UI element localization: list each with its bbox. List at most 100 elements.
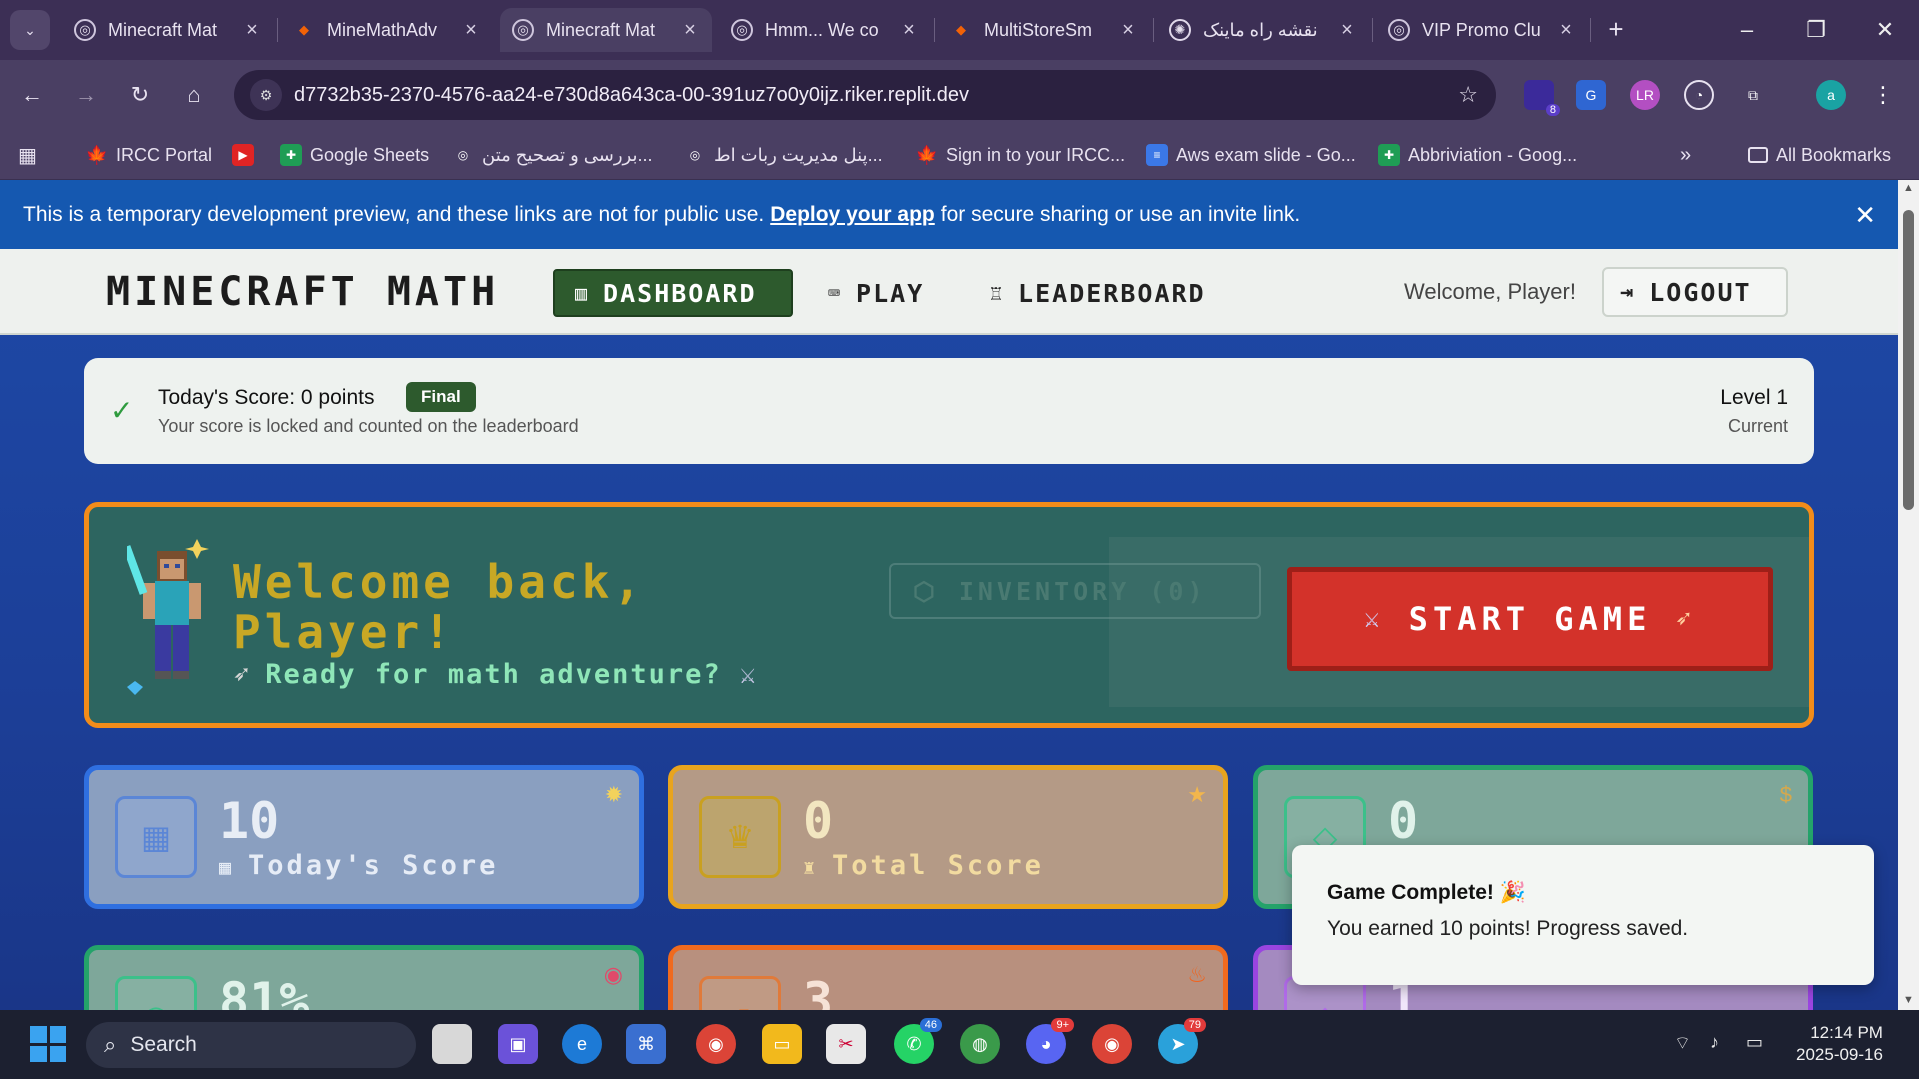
bookmark-star-icon[interactable]: ☆ xyxy=(1458,82,1478,108)
home-icon[interactable]: ⌂ xyxy=(174,75,214,115)
system-clock[interactable]: 12:14 PM 2025-09-16 xyxy=(1796,1022,1883,1066)
nav-leaderboard[interactable]: ♖ LEADERBOARD xyxy=(970,269,1226,317)
scrollbar-thumb[interactable] xyxy=(1903,210,1914,510)
logout-button[interactable]: ⇥ LOGOUT xyxy=(1602,267,1788,317)
tab-title: MineMathAdv xyxy=(327,19,438,40)
windows-start-icon[interactable] xyxy=(30,1026,66,1062)
start-game-button[interactable]: ⚔ START GAME ➶ xyxy=(1287,567,1773,671)
volume-icon[interactable]: ♪ xyxy=(1710,1032,1719,1053)
browser-menu-icon[interactable]: ⋮ xyxy=(1868,80,1898,110)
wifi-icon[interactable]: ⌔ xyxy=(1674,1032,1691,1055)
remote-desktop-icon[interactable]: ⌘ xyxy=(626,1024,666,1064)
calendar-small-icon: ▦ xyxy=(219,855,235,879)
tab-5[interactable]: ◆ MultiStoreSm × xyxy=(938,8,1150,52)
bookmark-persian-1[interactable]: ◎ بررسی و تصحیح متن... xyxy=(452,142,653,168)
inventory-button[interactable]: ⬡ INVENTORY (0) xyxy=(889,563,1261,619)
extension-lr-icon[interactable]: LR xyxy=(1630,80,1660,110)
page-scrollbar[interactable]: ▲ ▼ xyxy=(1898,180,1919,1010)
tab-search-chevron-icon[interactable]: ⌄ xyxy=(10,10,50,50)
new-tab-plus-icon[interactable]: + xyxy=(1598,12,1634,48)
whatsapp-icon[interactable]: ✆ 46 xyxy=(894,1018,942,1064)
site-info-icon[interactable]: ⚙ xyxy=(250,79,282,111)
close-icon[interactable]: × xyxy=(1337,19,1357,42)
more-bookmarks-chevron-icon[interactable]: » xyxy=(1680,142,1691,168)
deploy-app-link[interactable]: Deploy your app xyxy=(770,203,935,227)
copilot-app-icon[interactable]: ▣ xyxy=(498,1024,538,1064)
logout-icon: ⇥ xyxy=(1620,279,1636,305)
taskbar-search[interactable]: ⌕ Search xyxy=(86,1022,416,1068)
tab-2[interactable]: ◆ MineMathAdv × xyxy=(281,8,493,52)
folder-icon xyxy=(1748,147,1768,163)
fire-icon: ♨ xyxy=(1187,962,1207,987)
bookmark-aws-slide[interactable]: ≡ Aws exam slide - Go... xyxy=(1146,142,1356,168)
task-view-icon[interactable] xyxy=(432,1024,472,1064)
nav-dashboard[interactable]: ▥ DASHBOARD xyxy=(553,269,793,317)
close-icon[interactable]: × xyxy=(1118,19,1138,42)
all-bookmarks-label: All Bookmarks xyxy=(1776,144,1892,165)
telegram-icon[interactable]: ➤ 79 xyxy=(1158,1018,1206,1064)
file-explorer-icon[interactable]: ▭ xyxy=(762,1024,802,1064)
sheets-icon: ✚ xyxy=(280,144,302,166)
tab-title: نقشه راه ماینک xyxy=(1203,19,1318,40)
restore-icon[interactable]: ❐ xyxy=(1791,12,1841,48)
minimize-icon[interactable]: – xyxy=(1722,12,1772,48)
banner-close-icon[interactable]: ✕ xyxy=(1854,200,1876,231)
close-icon[interactable]: × xyxy=(680,19,700,42)
close-icon[interactable]: × xyxy=(1556,19,1576,42)
today-score-title: Today's Score: 0 points xyxy=(158,386,375,409)
trophy-icon: ♛ xyxy=(699,796,781,878)
bookmark-ircc-signin[interactable]: 🍁 Sign in to your IRCC... xyxy=(916,142,1125,168)
reload-icon[interactable]: ↻ xyxy=(120,75,160,115)
tab-1[interactable]: ◎ Minecraft Mat × xyxy=(62,8,274,52)
close-icon[interactable]: × xyxy=(461,19,481,42)
address-bar[interactable]: ⚙ d7732b35-2370-4576-aa24-e730d8a643ca-0… xyxy=(234,70,1496,120)
tab-4[interactable]: ◎ Hmm... We co × xyxy=(719,8,931,52)
back-arrow-icon[interactable]: ← xyxy=(12,75,52,115)
extension-purple-icon[interactable]: 8 xyxy=(1524,80,1560,116)
apps-grid-icon[interactable]: ▦ xyxy=(18,142,37,168)
chrome-active-icon[interactable]: ◉ xyxy=(1092,1024,1132,1064)
close-icon[interactable]: × xyxy=(242,19,262,42)
game-complete-toast[interactable]: Game Complete! 🎉 You earned 10 points! P… xyxy=(1292,845,1874,985)
tab-title: VIP Promo Clu xyxy=(1422,19,1541,40)
telegram-badge: 79 xyxy=(1183,1018,1206,1032)
tab-7[interactable]: ◎ VIP Promo Clu × xyxy=(1376,8,1588,52)
welcome-line-1: Welcome back, xyxy=(233,555,646,609)
globe-icon: ◎ xyxy=(74,19,96,41)
tab-3-active[interactable]: ◎ Minecraft Mat × xyxy=(500,8,712,52)
translate-icon[interactable]: G xyxy=(1576,80,1606,110)
youtube-icon: ▶ xyxy=(232,144,254,166)
snipping-tool-icon[interactable]: ✂ xyxy=(826,1024,866,1064)
extension-gauge-icon[interactable]: ◔ xyxy=(1684,80,1714,110)
calendar-icon: ▦ xyxy=(115,796,197,878)
discord-badge: 9+ xyxy=(1051,1018,1074,1032)
maple-leaf-icon: 🍁 xyxy=(915,144,939,165)
bookmark-google-sheets[interactable]: ✚ Google Sheets xyxy=(280,142,429,168)
discord-icon[interactable]: ◕ 9+ xyxy=(1026,1018,1074,1064)
edge-browser-icon[interactable]: e xyxy=(562,1024,602,1064)
bookmark-persian-2[interactable]: ◎ پنل مدیریت ربات اط... xyxy=(684,142,883,168)
profile-avatar[interactable]: a xyxy=(1816,80,1846,110)
forward-arrow-icon[interactable]: → xyxy=(66,75,106,115)
scroll-up-arrow-icon[interactable]: ▲ xyxy=(1901,182,1916,196)
url-text[interactable]: d7732b35-2370-4576-aa24-e730d8a643ca-00-… xyxy=(294,84,1458,107)
bookmark-label: IRCC Portal xyxy=(116,144,213,165)
window-close-icon[interactable]: ✕ xyxy=(1860,12,1910,48)
chatgpt-icon: ✺ xyxy=(1169,19,1191,41)
scroll-down-arrow-icon[interactable]: ▼ xyxy=(1901,994,1916,1008)
close-icon[interactable]: × xyxy=(899,19,919,42)
tab-6[interactable]: ✺ نقشه راه ماینک × xyxy=(1157,8,1369,52)
vpn-app-icon[interactable]: ◍ xyxy=(960,1024,1000,1064)
nav-play[interactable]: ⌨ PLAY xyxy=(808,269,944,317)
battery-icon[interactable]: ▭ xyxy=(1746,1032,1763,1053)
gamepad-icon: ⌨ xyxy=(828,281,843,305)
brand-logo-text[interactable]: MINECRAFT MATH xyxy=(106,269,499,315)
bookmark-ircc-portal[interactable]: 🍁 IRCC Portal xyxy=(86,142,212,168)
taskbar-search-label: Search xyxy=(130,1033,197,1056)
all-bookmarks-folder[interactable]: All Bookmarks xyxy=(1748,142,1891,168)
bookmark-abbriviation[interactable]: ✚ Abbriviation - Goog... xyxy=(1378,142,1577,168)
chrome-icon[interactable]: ◉ xyxy=(696,1024,736,1064)
bookmark-youtube[interactable]: ▶ xyxy=(232,142,262,168)
extensions-puzzle-icon[interactable]: ⧉ xyxy=(1738,80,1768,110)
score-locked-subtitle: Your score is locked and counted on the … xyxy=(158,416,579,436)
